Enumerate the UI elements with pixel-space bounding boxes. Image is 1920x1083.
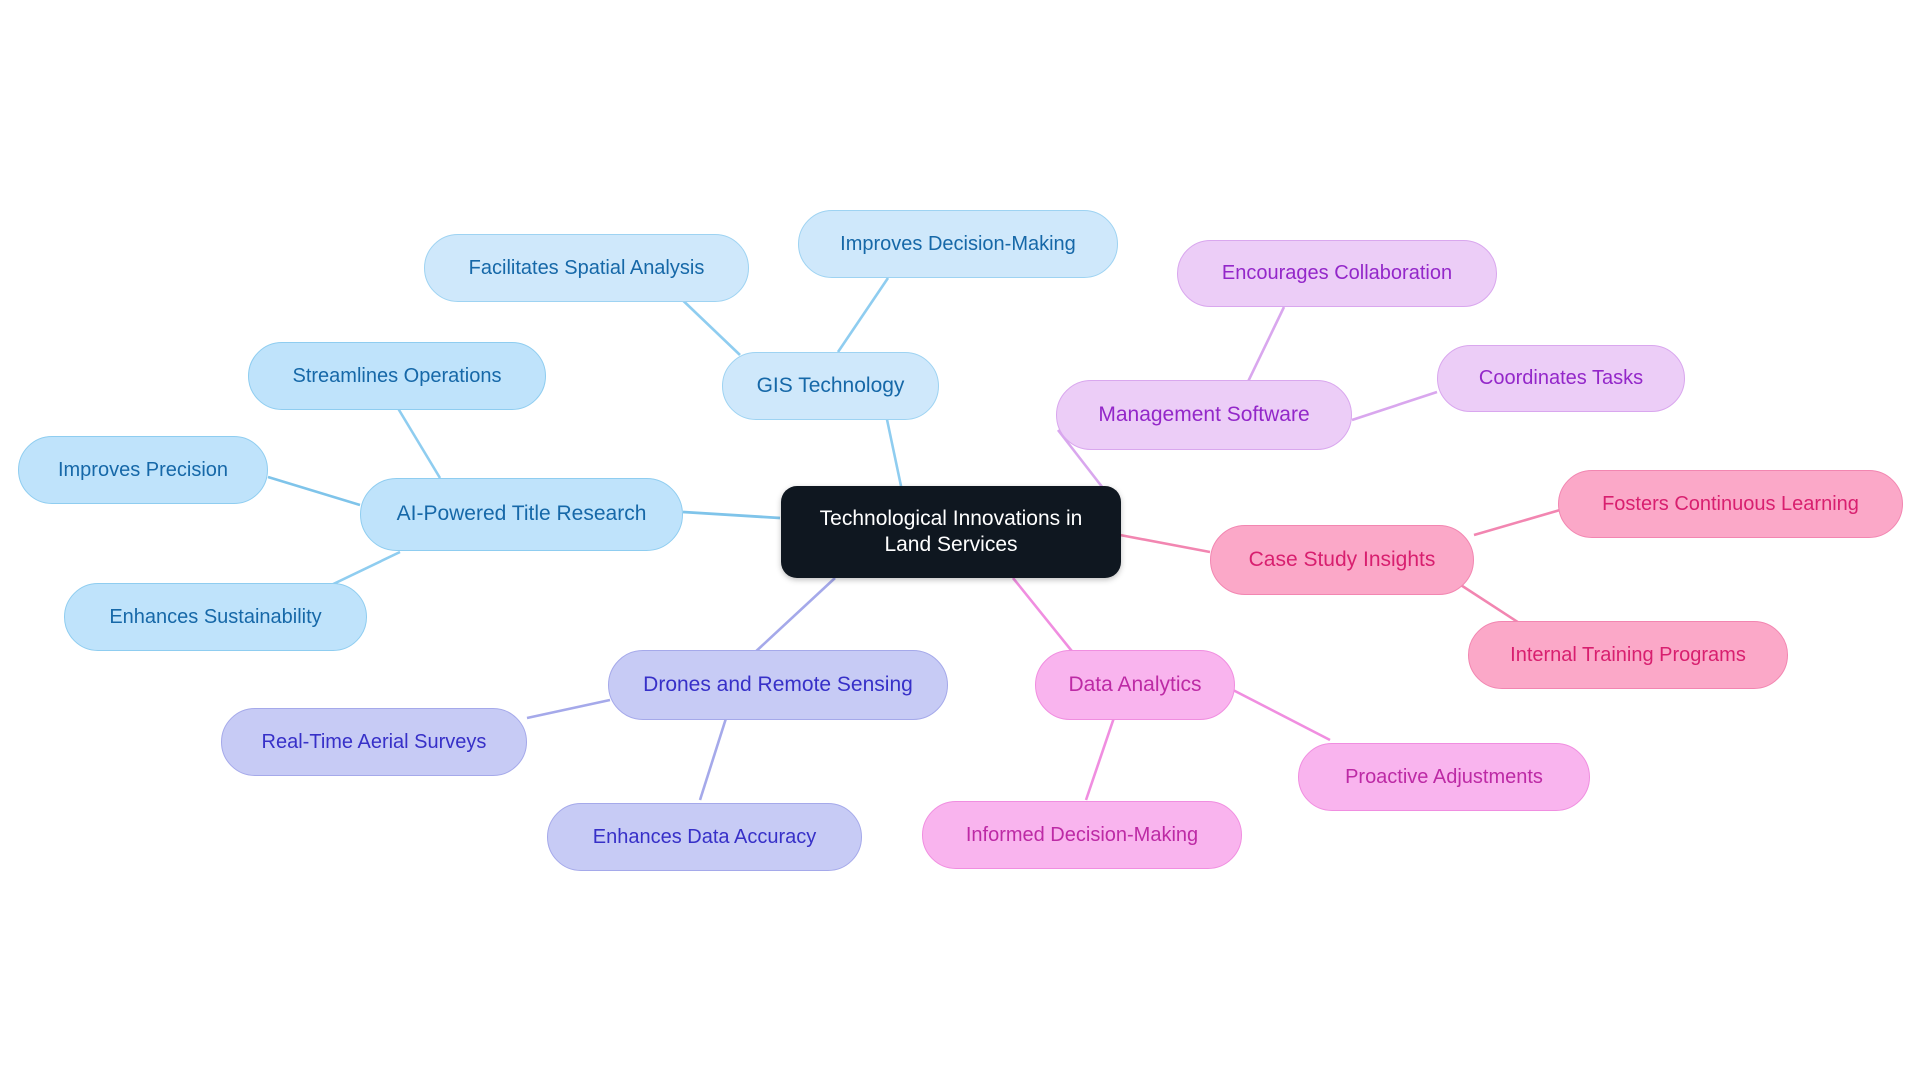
branch-node-data-analytics[interactable]: Data Analytics bbox=[1035, 650, 1235, 720]
mindmap-canvas: Technological Innovations in Land Servic… bbox=[0, 0, 1920, 1083]
leaf-label-enhances-sustainability: Enhances Sustainability bbox=[109, 605, 322, 628]
edge-root-to-drones bbox=[751, 577, 836, 656]
branch-label-drones-and-remote-sensing: Drones and Remote Sensing bbox=[643, 672, 913, 696]
leaf-node-informed-decision-making[interactable]: Informed Decision-Making bbox=[922, 801, 1242, 869]
branch-label-ai-powered-title-research: AI-Powered Title Research bbox=[396, 502, 647, 526]
leaf-label-real-time-aerial-surveys: Real-Time Aerial Surveys bbox=[261, 730, 487, 753]
edge-drones-to-data-accuracy bbox=[698, 711, 730, 801]
edge-management-to-coordinates bbox=[1351, 390, 1438, 422]
edge-ai-to-improves-precision bbox=[267, 475, 361, 507]
branch-node-drones-and-remote-sensing[interactable]: Drones and Remote Sensing bbox=[608, 650, 948, 720]
leaf-label-coordinates-tasks: Coordinates Tasks bbox=[1478, 367, 1644, 389]
mindmap-root-node[interactable]: Technological Innovations in Land Servic… bbox=[781, 486, 1121, 578]
branch-label-case-study-insights: Case Study Insights bbox=[1248, 547, 1436, 571]
edge-root-to-case-study bbox=[1119, 533, 1211, 554]
leaf-node-facilitates-spatial-analysis[interactable]: Facilitates Spatial Analysis bbox=[424, 234, 749, 302]
leaf-label-improves-precision: Improves Precision bbox=[57, 458, 229, 481]
leaf-label-improves-decision-making: Improves Decision-Making bbox=[840, 232, 1076, 255]
leaf-node-internal-training-programs[interactable]: Internal Training Programs bbox=[1468, 621, 1788, 689]
branch-label-data-analytics: Data Analytics bbox=[1068, 672, 1202, 696]
edge-drones-to-aerial-surveys bbox=[526, 698, 611, 720]
leaf-label-encourages-collaboration: Encourages Collaboration bbox=[1221, 262, 1453, 284]
leaf-label-facilitates-spatial-analysis: Facilitates Spatial Analysis bbox=[468, 256, 705, 279]
edge-root-to-ai bbox=[682, 510, 781, 520]
leaf-label-proactive-adjustments: Proactive Adjustments bbox=[1345, 765, 1543, 788]
leaf-node-improves-decision-making[interactable]: Improves Decision-Making bbox=[798, 210, 1118, 278]
leaf-node-improves-precision[interactable]: Improves Precision bbox=[18, 436, 268, 504]
edge-root-to-data-analytics bbox=[1011, 577, 1077, 656]
edge-case-to-fosters bbox=[1473, 508, 1561, 537]
edge-gis-to-improves-decision bbox=[836, 277, 890, 353]
leaf-label-streamlines-operations: Streamlines Operations bbox=[292, 364, 502, 387]
leaf-node-real-time-aerial-surveys[interactable]: Real-Time Aerial Surveys bbox=[221, 708, 527, 776]
branch-node-case-study-insights[interactable]: Case Study Insights bbox=[1210, 525, 1474, 595]
edge-management-to-encourages bbox=[1242, 306, 1286, 391]
leaf-label-fosters-continuous-learning: Fosters Continuous Learning bbox=[1602, 492, 1859, 515]
branch-label-management-software: Management Software bbox=[1098, 402, 1310, 426]
leaf-node-streamlines-operations[interactable]: Streamlines Operations bbox=[248, 342, 546, 410]
edge-ai-to-streamlines-operations bbox=[391, 399, 442, 479]
branch-node-ai-powered-title-research[interactable]: AI-Powered Title Research bbox=[360, 478, 683, 551]
mindmap-root-label: Technological Innovations in Land Servic… bbox=[819, 506, 1083, 556]
leaf-node-enhances-sustainability[interactable]: Enhances Sustainability bbox=[64, 583, 367, 651]
branch-node-management-software[interactable]: Management Software bbox=[1056, 380, 1352, 450]
leaf-node-coordinates-tasks[interactable]: Coordinates Tasks bbox=[1437, 345, 1685, 412]
leaf-label-informed-decision-making: Informed Decision-Making bbox=[965, 823, 1199, 846]
edge-data-to-proactive bbox=[1232, 688, 1331, 742]
leaf-node-encourages-collaboration[interactable]: Encourages Collaboration bbox=[1177, 240, 1497, 307]
branch-node-gis-technology[interactable]: GIS Technology bbox=[722, 352, 939, 420]
branch-label-gis-technology: GIS Technology bbox=[756, 373, 905, 397]
leaf-label-internal-training-programs: Internal Training Programs bbox=[1510, 643, 1746, 666]
leaf-node-proactive-adjustments[interactable]: Proactive Adjustments bbox=[1298, 743, 1590, 811]
leaf-node-enhances-data-accuracy[interactable]: Enhances Data Accuracy bbox=[547, 803, 862, 871]
leaf-label-enhances-data-accuracy: Enhances Data Accuracy bbox=[592, 825, 817, 848]
leaf-node-fosters-continuous-learning[interactable]: Fosters Continuous Learning bbox=[1558, 470, 1903, 538]
